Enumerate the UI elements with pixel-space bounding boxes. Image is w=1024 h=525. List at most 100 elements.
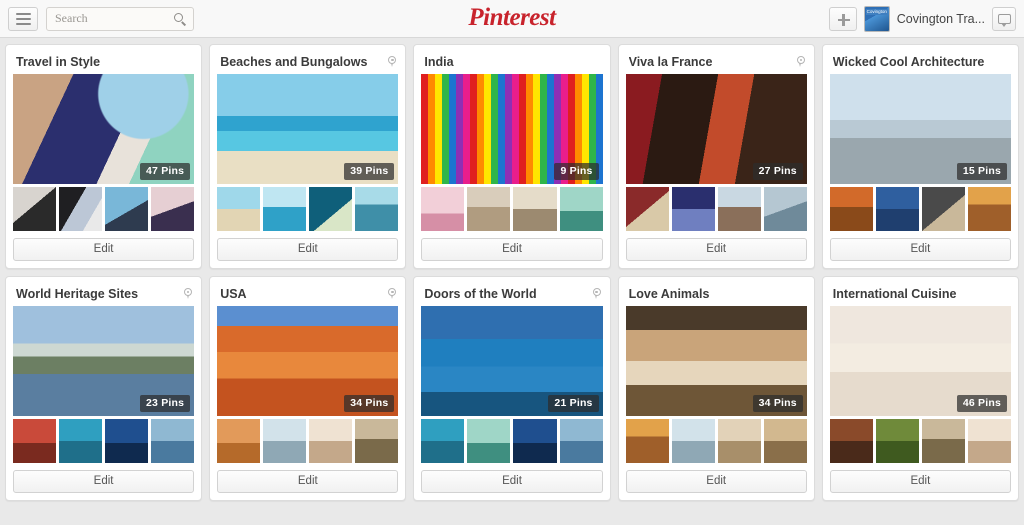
board-thumbnail[interactable]: [421, 419, 465, 463]
board-card[interactable]: Beaches and Bungalows 39 Pins Edit: [209, 44, 407, 269]
board-cover-image[interactable]: 23 Pins: [13, 306, 195, 416]
board-cover-image[interactable]: 34 Pins: [217, 306, 399, 416]
board-thumbnail[interactable]: [355, 187, 399, 231]
board-thumbnail[interactable]: [217, 187, 261, 231]
board-title[interactable]: Wicked Cool Architecture: [833, 55, 985, 69]
board-card[interactable]: Travel in Style 47 Pins Edit: [5, 44, 203, 269]
board-cover-image[interactable]: 21 Pins: [421, 306, 603, 416]
board-thumbnail[interactable]: [763, 187, 807, 231]
board-thumbnail[interactable]: [263, 419, 307, 463]
board-thumbnail[interactable]: [967, 419, 1011, 463]
board-thumbnail[interactable]: [829, 419, 873, 463]
board-thumbnail[interactable]: [105, 187, 149, 231]
board-cover-image[interactable]: 9 Pins: [421, 74, 603, 184]
board-thumbnail-row: [13, 187, 195, 231]
board-thumbnail[interactable]: [59, 419, 103, 463]
board-cover-image[interactable]: 15 Pins: [829, 74, 1011, 184]
message-bubble-icon[interactable]: [992, 6, 1016, 31]
board-cover-image[interactable]: 27 Pins: [625, 74, 807, 184]
plus-icon[interactable]: [828, 6, 857, 31]
avatar[interactable]: Covington: [863, 5, 890, 32]
user-menu[interactable]: Covington Covington Tra...: [863, 5, 985, 32]
board-thumbnail[interactable]: [13, 187, 57, 231]
board-card[interactable]: USA 34 Pins Edit: [209, 276, 407, 501]
pinterest-logo-text[interactable]: Pinterest: [468, 4, 556, 31]
edit-board-button[interactable]: Edit: [13, 470, 195, 493]
board-thumbnail[interactable]: [151, 419, 195, 463]
board-header: Doors of the World: [421, 284, 602, 303]
board-thumbnail[interactable]: [217, 419, 261, 463]
board-cover-image[interactable]: 34 Pins: [625, 306, 807, 416]
board-thumbnail[interactable]: [421, 187, 465, 231]
board-thumbnail[interactable]: [559, 187, 603, 231]
board-card[interactable]: Wicked Cool Architecture 15 Pins Edit: [821, 44, 1019, 269]
top-header-bar: Pinterest Covington Covington Tra...: [0, 0, 1024, 38]
board-thumbnail[interactable]: [263, 187, 307, 231]
board-cover-image[interactable]: 46 Pins: [829, 306, 1011, 416]
board-title[interactable]: International Cuisine: [833, 287, 957, 301]
board-card[interactable]: Love Animals 34 Pins Edit: [617, 276, 815, 501]
board-card[interactable]: World Heritage Sites 23 Pins Edit: [5, 276, 203, 501]
board-card[interactable]: India 9 Pins Edit: [413, 44, 611, 269]
board-thumbnail[interactable]: [671, 419, 715, 463]
board-title[interactable]: World Heritage Sites: [16, 287, 138, 301]
board-title[interactable]: Travel in Style: [16, 55, 100, 69]
board-thumbnail[interactable]: [559, 419, 603, 463]
board-thumbnail-row: [829, 187, 1011, 231]
board-title[interactable]: Beaches and Bungalows: [220, 55, 367, 69]
board-thumbnail[interactable]: [309, 419, 353, 463]
board-thumbnail[interactable]: [309, 187, 353, 231]
edit-board-button[interactable]: Edit: [217, 470, 399, 493]
board-thumbnail[interactable]: [467, 419, 511, 463]
board-title[interactable]: Viva la France: [629, 55, 713, 69]
board-thumbnail-row: [217, 187, 399, 231]
board-thumbnail[interactable]: [59, 187, 103, 231]
board-thumbnail[interactable]: [875, 187, 919, 231]
board-header: Travel in Style: [13, 52, 194, 71]
board-thumbnail[interactable]: [105, 419, 149, 463]
board-title[interactable]: Love Animals: [629, 287, 710, 301]
board-cover-image[interactable]: 39 Pins: [217, 74, 399, 184]
edit-board-button[interactable]: Edit: [13, 238, 195, 261]
board-thumbnail[interactable]: [829, 187, 873, 231]
board-thumbnail[interactable]: [467, 187, 511, 231]
edit-board-button[interactable]: Edit: [421, 470, 603, 493]
board-thumbnail[interactable]: [967, 187, 1011, 231]
board-thumbnail[interactable]: [513, 419, 557, 463]
search-input[interactable]: [55, 7, 171, 30]
map-pin-icon: [592, 288, 601, 299]
search-icon[interactable]: [174, 12, 187, 26]
edit-board-button[interactable]: Edit: [625, 238, 807, 261]
thumbnail-art: [309, 187, 353, 231]
pin-count-badge: 34 Pins: [344, 395, 395, 412]
edit-board-button[interactable]: Edit: [829, 470, 1011, 493]
board-thumbnail[interactable]: [921, 419, 965, 463]
board-thumbnail[interactable]: [875, 419, 919, 463]
board-thumbnail[interactable]: [625, 187, 669, 231]
board-card[interactable]: International Cuisine 46 Pins Edit: [821, 276, 1019, 501]
board-thumbnail[interactable]: [13, 419, 57, 463]
board-card[interactable]: Viva la France 27 Pins Edit: [617, 44, 815, 269]
board-thumbnail[interactable]: [717, 419, 761, 463]
board-thumbnail[interactable]: [717, 187, 761, 231]
pin-count-badge: 15 Pins: [956, 163, 1007, 180]
board-thumbnail[interactable]: [921, 187, 965, 231]
board-thumbnail[interactable]: [625, 419, 669, 463]
map-pin-icon: [796, 56, 805, 67]
hamburger-menu-icon[interactable]: [8, 6, 38, 31]
board-title[interactable]: USA: [220, 287, 246, 301]
board-title[interactable]: India: [424, 55, 453, 69]
edit-board-button[interactable]: Edit: [829, 238, 1011, 261]
board-thumbnail[interactable]: [763, 419, 807, 463]
board-card[interactable]: Doors of the World 21 Pins Edit: [413, 276, 611, 501]
board-title[interactable]: Doors of the World: [424, 287, 536, 301]
board-cover-image[interactable]: 47 Pins: [13, 74, 195, 184]
board-thumbnail[interactable]: [151, 187, 195, 231]
search-box[interactable]: [46, 6, 194, 31]
edit-board-button[interactable]: Edit: [625, 470, 807, 493]
board-thumbnail[interactable]: [355, 419, 399, 463]
board-thumbnail[interactable]: [513, 187, 557, 231]
board-thumbnail[interactable]: [671, 187, 715, 231]
edit-board-button[interactable]: Edit: [421, 238, 603, 261]
edit-board-button[interactable]: Edit: [217, 238, 399, 261]
